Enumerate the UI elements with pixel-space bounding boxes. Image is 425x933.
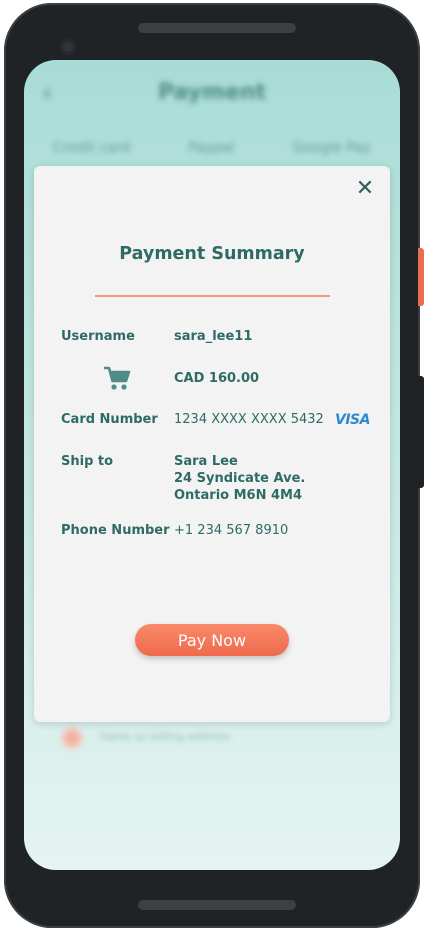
username-label: Username — [61, 329, 135, 344]
payment-summary-modal: ✕ Payment Summary Username sara_lee11 CA… — [34, 166, 390, 722]
ship-line-city: Ontario M6N 4M4 — [174, 488, 303, 503]
amount-value: CAD 160.00 — [174, 371, 260, 386]
tab-credit-card[interactable]: Credit card — [53, 140, 130, 156]
screen: ‹ Payment Credit card Paypal Google Pay … — [24, 60, 400, 870]
close-icon[interactable]: ✕ — [354, 178, 376, 200]
modal-title: Payment Summary — [119, 244, 305, 264]
front-camera — [60, 39, 76, 55]
payment-method-tabs: Credit card Paypal Google Pay — [24, 140, 400, 156]
tab-google-pay[interactable]: Google Pay — [292, 140, 371, 156]
card-number-label: Card Number — [61, 412, 158, 427]
title-divider — [95, 295, 330, 297]
speaker-bottom — [138, 900, 296, 910]
phone-number-value: +1 234 567 8910 — [174, 523, 289, 538]
pay-now-button[interactable]: Pay Now — [135, 624, 289, 656]
tab-paypal[interactable]: Paypal — [188, 140, 234, 156]
background-title: Payment — [157, 80, 267, 105]
cart-icon — [104, 366, 131, 390]
power-button[interactable] — [418, 248, 424, 306]
username-value: sara_lee11 — [174, 329, 253, 344]
ship-to-label: Ship to — [61, 454, 114, 469]
ship-line-street: 24 Syndicate Ave. — [174, 471, 306, 486]
card-number-value: 1234 XXXX XXXX 5432 — [174, 412, 324, 427]
billing-radio[interactable] — [64, 730, 80, 746]
speaker-top — [138, 23, 296, 33]
phone-number-label: Phone Number — [61, 523, 170, 538]
ship-line-name: Sara Lee — [174, 454, 238, 469]
volume-button[interactable] — [418, 376, 424, 488]
billing-radio-label: Same as billing address — [100, 730, 231, 743]
visa-logo: VISA — [335, 412, 370, 428]
